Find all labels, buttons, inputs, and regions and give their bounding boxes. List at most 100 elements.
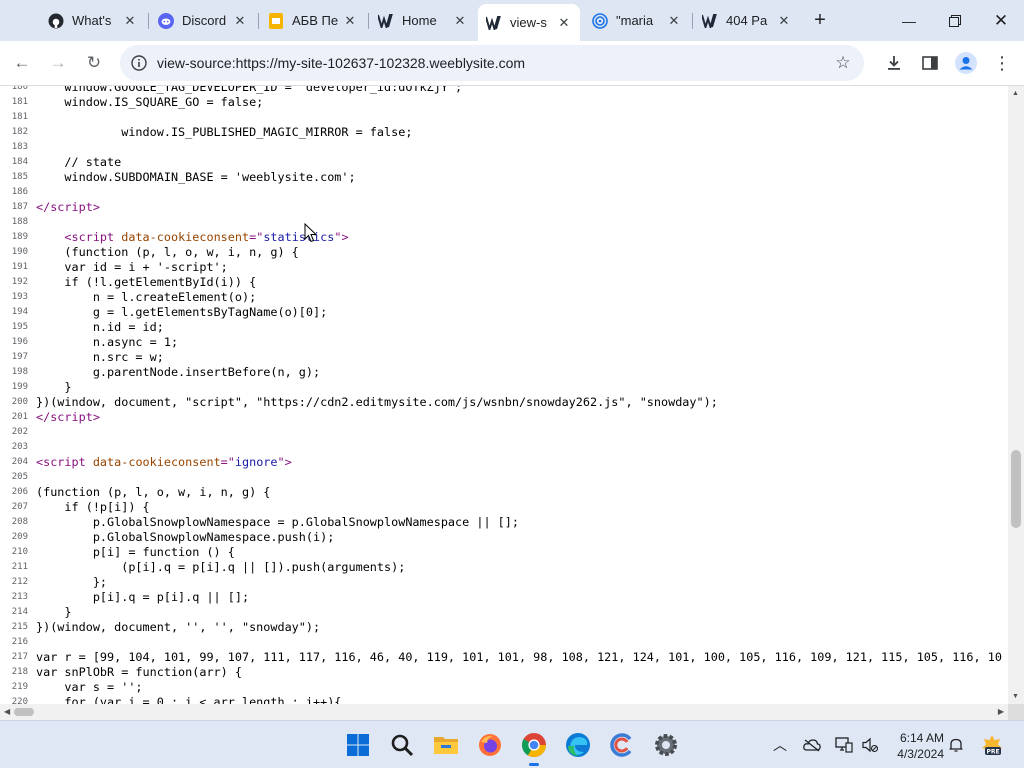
view-source-content[interactable]: 180 window.GOOGLE_TAG_DEVELOPER_ID = 'de…	[0, 86, 1008, 704]
menu-button[interactable]: ⋮	[988, 49, 1016, 77]
line-number: 196	[11, 337, 28, 347]
address-bar[interactable]: view-source:https://my-site-102637-10232…	[120, 45, 864, 81]
bookmark-star-icon[interactable]: ☆	[832, 52, 854, 74]
preview-badge-icon[interactable]: PRE	[980, 733, 1004, 757]
tab-weebly-home[interactable]: Home ✕	[370, 6, 476, 35]
close-window-button[interactable]: ✕	[978, 0, 1024, 41]
edge-icon[interactable]	[562, 729, 594, 761]
source-line: 200})(window, document, "script", "https…	[0, 395, 718, 410]
line-code: for (var i = 0 ; i < arr.length ; i++){	[36, 695, 342, 704]
source-line: 213 p[i].q = p[i].q || [];	[0, 590, 249, 605]
close-icon[interactable]: ✕	[556, 15, 572, 31]
scroll-up-arrow-icon[interactable]: ▲	[1012, 90, 1019, 97]
tab-slides[interactable]: АБВ Пе ✕	[260, 6, 366, 35]
source-line: 182 window.IS_PUBLISHED_MAGIC_MIRROR = f…	[0, 125, 413, 140]
horizontal-scrollbar[interactable]: ◀ ▶	[0, 704, 1008, 720]
line-number: 219	[11, 682, 28, 692]
network-icon[interactable]	[834, 735, 854, 755]
scrollbar-thumb[interactable]	[1011, 450, 1021, 528]
ccleaner-icon[interactable]	[606, 729, 638, 761]
weebly-icon	[702, 13, 718, 29]
close-icon[interactable]: ✕	[452, 13, 468, 29]
source-line: 189 <script data-cookieconsent="statisti…	[0, 230, 349, 245]
line-code: var id = i + '-script';	[36, 260, 228, 274]
restore-button[interactable]	[932, 0, 978, 41]
vertical-scrollbar[interactable]: ▲ ▼	[1008, 86, 1024, 704]
line-code: p[i].q = p[i].q || [];	[36, 590, 250, 604]
close-icon[interactable]: ✕	[122, 13, 138, 29]
settings-icon[interactable]	[650, 729, 682, 761]
source-line: 181 window.IS_SQUARE_GO = false;	[0, 95, 264, 110]
notification-bell-icon[interactable]	[946, 735, 966, 755]
tab-github[interactable]: What's ✕	[40, 6, 146, 35]
tab-search-maria[interactable]: "maria ✕	[584, 6, 690, 35]
onedrive-icon[interactable]	[802, 735, 822, 755]
discord-icon	[158, 12, 174, 29]
line-number: 203	[11, 442, 28, 452]
more-vertical-icon: ⋮	[993, 52, 1011, 73]
close-icon[interactable]: ✕	[776, 13, 792, 29]
close-icon[interactable]: ✕	[666, 13, 682, 29]
weebly-icon	[486, 15, 502, 31]
volume-muted-icon[interactable]	[860, 735, 880, 755]
tab-discord[interactable]: Discord ✕	[150, 6, 256, 35]
chevron-up-icon[interactable]: ︿	[770, 735, 790, 755]
tab-title: АБВ Пе	[292, 13, 339, 28]
line-code: var r = [99, 104, 101, 99, 107, 111, 117…	[36, 650, 1002, 664]
source-line: 206 (function (p, l, o, w, i, n, g) {	[0, 485, 271, 500]
line-number: 190	[11, 247, 28, 257]
line-code: n.async = 1;	[36, 335, 179, 349]
close-icon[interactable]: ✕	[342, 13, 358, 29]
search-icon[interactable]	[386, 729, 418, 761]
tab-strip: What's ✕ Discord ✕ АБВ Пе ✕ Home ✕ view-…	[0, 0, 1024, 41]
file-explorer-icon[interactable]	[430, 729, 462, 761]
source-line: 204 <script data-cookieconsent="ignore">	[0, 455, 292, 470]
firefox-icon[interactable]	[474, 729, 506, 761]
line-number: 195	[11, 322, 28, 332]
line-code: p.GlobalSnowplowNamespace.push(i);	[36, 530, 335, 544]
close-icon[interactable]: ✕	[232, 13, 248, 29]
line-code: (function (p, l, o, w, i, n, g) {	[36, 485, 271, 499]
slides-icon	[268, 12, 284, 29]
minimize-button[interactable]: —	[886, 0, 932, 41]
back-button[interactable]: ←	[8, 49, 36, 77]
source-line: 210 p[i] = function () {	[0, 545, 235, 560]
site-info-icon[interactable]	[130, 54, 148, 72]
line-number: 187	[11, 202, 28, 212]
side-panel-icon	[922, 56, 938, 70]
clock-date: 4/3/2024	[897, 747, 944, 761]
system-clock[interactable]: 6:14 AM 4/3/2024	[884, 730, 944, 762]
chrome-icon[interactable]	[518, 729, 550, 766]
line-number: 211	[11, 562, 28, 572]
tab-404[interactable]: 404 Pa ✕	[694, 6, 800, 35]
downloads-button[interactable]	[880, 49, 908, 77]
source-line: 218 var snPlObR = function(arr) {	[0, 665, 242, 680]
scrollbar-thumb[interactable]	[14, 708, 34, 716]
profile-button[interactable]	[952, 49, 980, 77]
line-code: n.src = w;	[36, 350, 164, 364]
reload-button[interactable]: ↻	[80, 49, 108, 77]
forward-button[interactable]: →	[44, 49, 72, 77]
source-line: 180 window.GOOGLE_TAG_DEVELOPER_ID = 'de…	[0, 86, 462, 95]
line-code: </script>	[36, 410, 100, 424]
side-panel-button[interactable]	[916, 49, 944, 77]
windows-start-icon[interactable]	[342, 729, 374, 761]
scroll-right-arrow-icon[interactable]: ▶	[998, 707, 1004, 716]
line-code: window.IS_SQUARE_GO = false;	[36, 95, 264, 109]
line-code: }	[36, 380, 72, 394]
source-line: 216	[0, 635, 36, 650]
line-number: 184	[11, 157, 28, 167]
close-icon: ✕	[993, 10, 1009, 30]
line-code: }	[36, 605, 72, 619]
source-line: 212 };	[0, 575, 107, 590]
scroll-down-arrow-icon[interactable]: ▼	[1012, 693, 1019, 700]
source-line: 217 var r = [99, 104, 101, 99, 107, 111, …	[0, 650, 1002, 665]
source-line: 194 g = l.getElementsByTagName(o)[0];	[0, 305, 327, 320]
line-number: 215	[11, 622, 28, 632]
line-number: 193	[11, 292, 28, 302]
tab-view-source[interactable]: view-s ✕	[478, 4, 580, 41]
source-line: 201 </script>	[0, 410, 100, 425]
source-line: 220 for (var i = 0 ; i < arr.length ; i+…	[0, 695, 342, 704]
scroll-left-arrow-icon[interactable]: ◀	[4, 707, 10, 716]
new-tab-button[interactable]: +	[808, 8, 832, 32]
